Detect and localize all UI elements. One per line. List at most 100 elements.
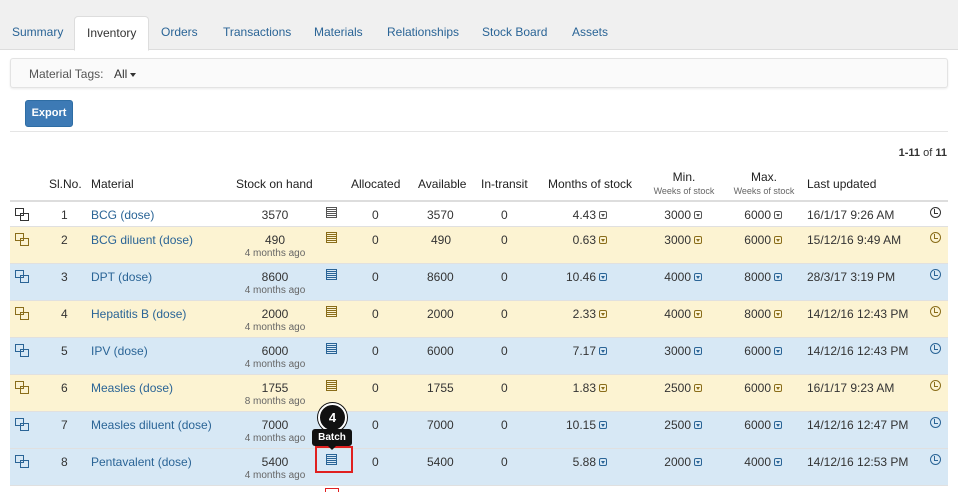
- dropdown-icon[interactable]: [694, 272, 702, 281]
- row-stock: 5400: [261, 455, 289, 469]
- material-tags-dropdown[interactable]: All: [114, 67, 137, 81]
- dropdown-icon[interactable]: [694, 210, 702, 219]
- dropdown-icon[interactable]: [694, 309, 702, 318]
- dropdown-icon[interactable]: [694, 383, 702, 392]
- row-allocated: 0: [372, 233, 379, 247]
- row-material-link[interactable]: BCG (dose): [91, 208, 154, 222]
- history-clock-icon[interactable]: [930, 380, 941, 391]
- column-last-updated: Last updated: [807, 177, 877, 191]
- row-material-link[interactable]: Pentavalent (dose): [91, 455, 192, 469]
- row-max-value: 6000: [744, 344, 771, 358]
- dropdown-icon[interactable]: [694, 420, 702, 429]
- history-clock-icon[interactable]: [930, 232, 941, 243]
- row-material-link[interactable]: Measles (dose): [91, 381, 173, 395]
- row-material-link[interactable]: Hepatitis B (dose): [91, 307, 186, 321]
- move-stock-icon[interactable]: [15, 270, 29, 283]
- dropdown-icon[interactable]: [599, 235, 607, 244]
- column-max: Max. Weeks of stock: [732, 170, 796, 196]
- row-stock: 6000: [261, 344, 289, 358]
- row-months: 1.83: [550, 381, 607, 395]
- table-row: 7 Measles diluent (dose) 7000 4 months a…: [10, 412, 948, 449]
- dropdown-icon[interactable]: [774, 420, 782, 429]
- table-row: 8 Pentavalent (dose) 5400 4 months ago 0…: [10, 449, 948, 486]
- dropdown-icon[interactable]: [694, 346, 702, 355]
- row-last-updated: 16/1/17 9:23 AM: [807, 381, 895, 395]
- row-allocated: 0: [372, 455, 379, 469]
- column-available: Available: [418, 177, 467, 191]
- tab-inventory[interactable]: Inventory: [74, 16, 150, 51]
- move-stock-icon[interactable]: [15, 455, 29, 468]
- batch-icon[interactable]: [326, 232, 337, 243]
- dropdown-icon[interactable]: [599, 272, 607, 281]
- dropdown-icon[interactable]: [599, 383, 607, 392]
- row-max: 8000: [730, 270, 782, 284]
- row-last-updated: 14/12/16 12:43 PM: [807, 344, 909, 358]
- tab-assets[interactable]: Assets: [560, 16, 620, 50]
- row-min-value: 2500: [664, 418, 691, 432]
- dropdown-icon[interactable]: [694, 457, 702, 466]
- next-row-peek: [10, 487, 948, 492]
- dropdown-icon[interactable]: [599, 210, 607, 219]
- row-stock-age: 8 months ago: [244, 396, 306, 407]
- column-stock-on-hand: Stock on hand: [236, 177, 313, 191]
- dropdown-icon[interactable]: [774, 457, 782, 466]
- pagination-of: of: [923, 147, 933, 159]
- row-material-link[interactable]: IPV (dose): [91, 344, 148, 358]
- move-stock-icon[interactable]: [15, 233, 29, 246]
- export-button[interactable]: Export: [25, 100, 73, 127]
- tab-transactions[interactable]: Transactions: [211, 16, 303, 50]
- row-min: 2000: [650, 455, 702, 469]
- batch-icon[interactable]: [326, 306, 337, 317]
- tab-orders[interactable]: Orders: [149, 16, 210, 50]
- dropdown-icon[interactable]: [774, 383, 782, 392]
- history-clock-icon[interactable]: [930, 417, 941, 428]
- dropdown-icon[interactable]: [774, 346, 782, 355]
- row-material-link[interactable]: DPT (dose): [91, 270, 152, 284]
- row-allocated: 0: [372, 307, 379, 321]
- row-months: 10.46: [550, 270, 607, 284]
- history-clock-icon[interactable]: [930, 454, 941, 465]
- batch-icon[interactable]: [326, 207, 337, 218]
- move-stock-icon[interactable]: [15, 381, 29, 394]
- move-stock-icon[interactable]: [15, 208, 29, 221]
- batch-icon[interactable]: [326, 269, 337, 280]
- dropdown-icon[interactable]: [774, 272, 782, 281]
- move-stock-icon[interactable]: [15, 307, 29, 320]
- row-allocated: 0: [372, 208, 379, 222]
- column-min-sub: Weeks of stock: [653, 186, 715, 196]
- move-stock-icon[interactable]: [15, 418, 29, 431]
- dropdown-icon[interactable]: [774, 235, 782, 244]
- row-stock-age: 4 months ago: [244, 470, 306, 481]
- tab-relationships[interactable]: Relationships: [375, 16, 471, 50]
- history-clock-icon[interactable]: [930, 269, 941, 280]
- tab-summary[interactable]: Summary: [0, 16, 75, 50]
- row-in-transit: 0: [501, 344, 508, 358]
- row-stock: 2000: [261, 307, 289, 321]
- dropdown-icon[interactable]: [599, 420, 607, 429]
- dropdown-icon[interactable]: [599, 457, 607, 466]
- dropdown-icon[interactable]: [599, 346, 607, 355]
- row-min: 3000: [650, 344, 702, 358]
- history-clock-icon[interactable]: [930, 306, 941, 317]
- row-months: 0.63: [550, 233, 607, 247]
- row-min: 3000: [650, 208, 702, 222]
- filter-bar: Material Tags: All: [10, 58, 948, 88]
- dropdown-icon[interactable]: [774, 309, 782, 318]
- dropdown-icon[interactable]: [599, 309, 607, 318]
- row-last-updated: 16/1/17 9:26 AM: [807, 208, 895, 222]
- row-material-link[interactable]: Measles diluent (dose): [91, 418, 212, 432]
- dropdown-icon[interactable]: [694, 235, 702, 244]
- history-clock-icon[interactable]: [930, 343, 941, 354]
- row-last-updated: 14/12/16 12:43 PM: [807, 307, 909, 321]
- history-clock-icon[interactable]: [930, 207, 941, 218]
- row-slno: 1: [61, 208, 68, 222]
- batch-icon[interactable]: [326, 380, 337, 391]
- row-material-link[interactable]: BCG diluent (dose): [91, 233, 193, 247]
- dropdown-icon[interactable]: [774, 210, 782, 219]
- tab-stock-board[interactable]: Stock Board: [470, 16, 559, 50]
- batch-icon[interactable]: [326, 343, 337, 354]
- row-stock-age: 4 months ago: [244, 322, 306, 333]
- move-stock-icon[interactable]: [15, 344, 29, 357]
- row-available: 8600: [427, 270, 454, 284]
- tab-materials[interactable]: Materials: [302, 16, 375, 50]
